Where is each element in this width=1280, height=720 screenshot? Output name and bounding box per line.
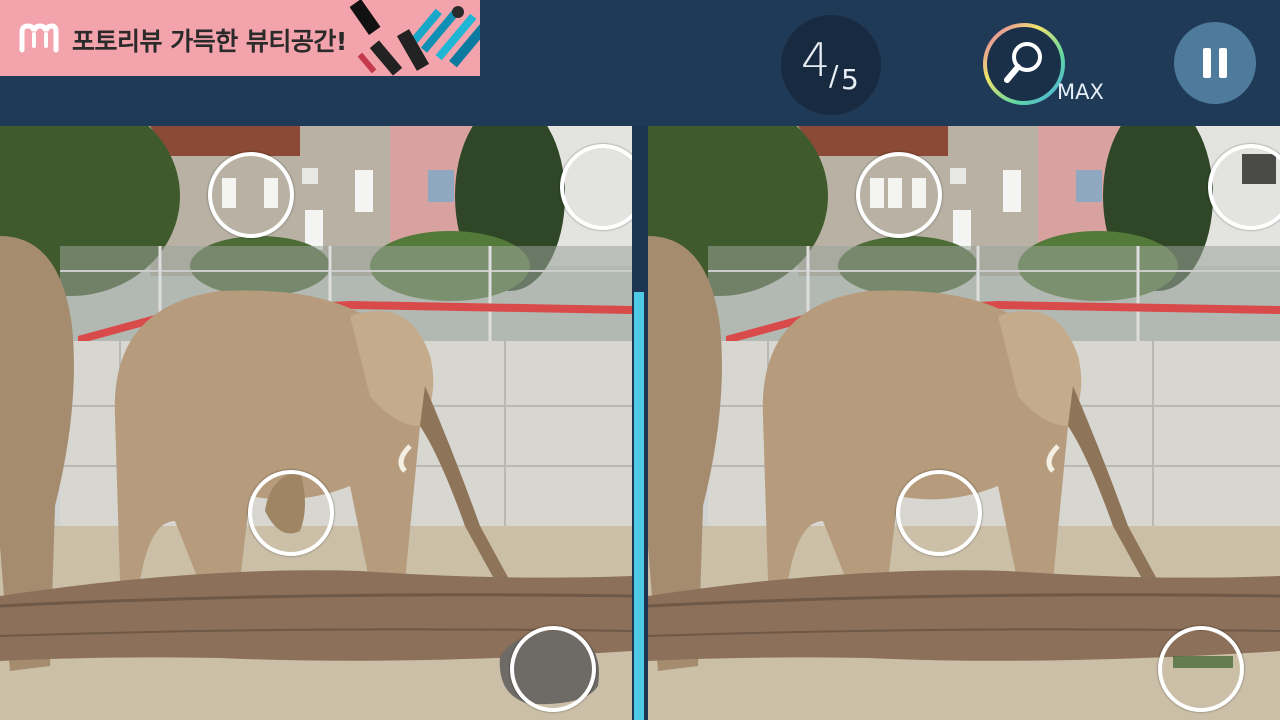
magnifier-icon (983, 23, 1065, 105)
cosmetics-image (350, 0, 480, 76)
left-image-panel[interactable] (0, 126, 632, 720)
ad-banner[interactable]: 포토리뷰 가득한 뷰티공간! (0, 0, 480, 76)
found-marker (896, 470, 982, 556)
total-count: 5 (841, 63, 859, 96)
right-image-panel[interactable] (648, 126, 1280, 720)
top-bar: 포토리뷰 가득한 뷰티공간! 4 / 5 MAX (0, 0, 1280, 126)
found-count: 4 (801, 33, 831, 87)
hint-button[interactable] (982, 22, 1066, 106)
found-counter: 4 / 5 (781, 15, 881, 115)
found-marker (248, 470, 334, 556)
found-marker (510, 626, 596, 712)
found-marker (856, 152, 942, 238)
counter-separator: / (829, 59, 839, 92)
pause-button[interactable] (1174, 22, 1256, 104)
found-marker (208, 152, 294, 238)
found-marker (1158, 626, 1244, 712)
brand-logo-icon (19, 23, 59, 53)
ad-text: 포토리뷰 가득한 뷰티공간! (72, 27, 347, 56)
progress-bar (634, 292, 644, 720)
hint-max-label: MAX (1057, 80, 1104, 104)
